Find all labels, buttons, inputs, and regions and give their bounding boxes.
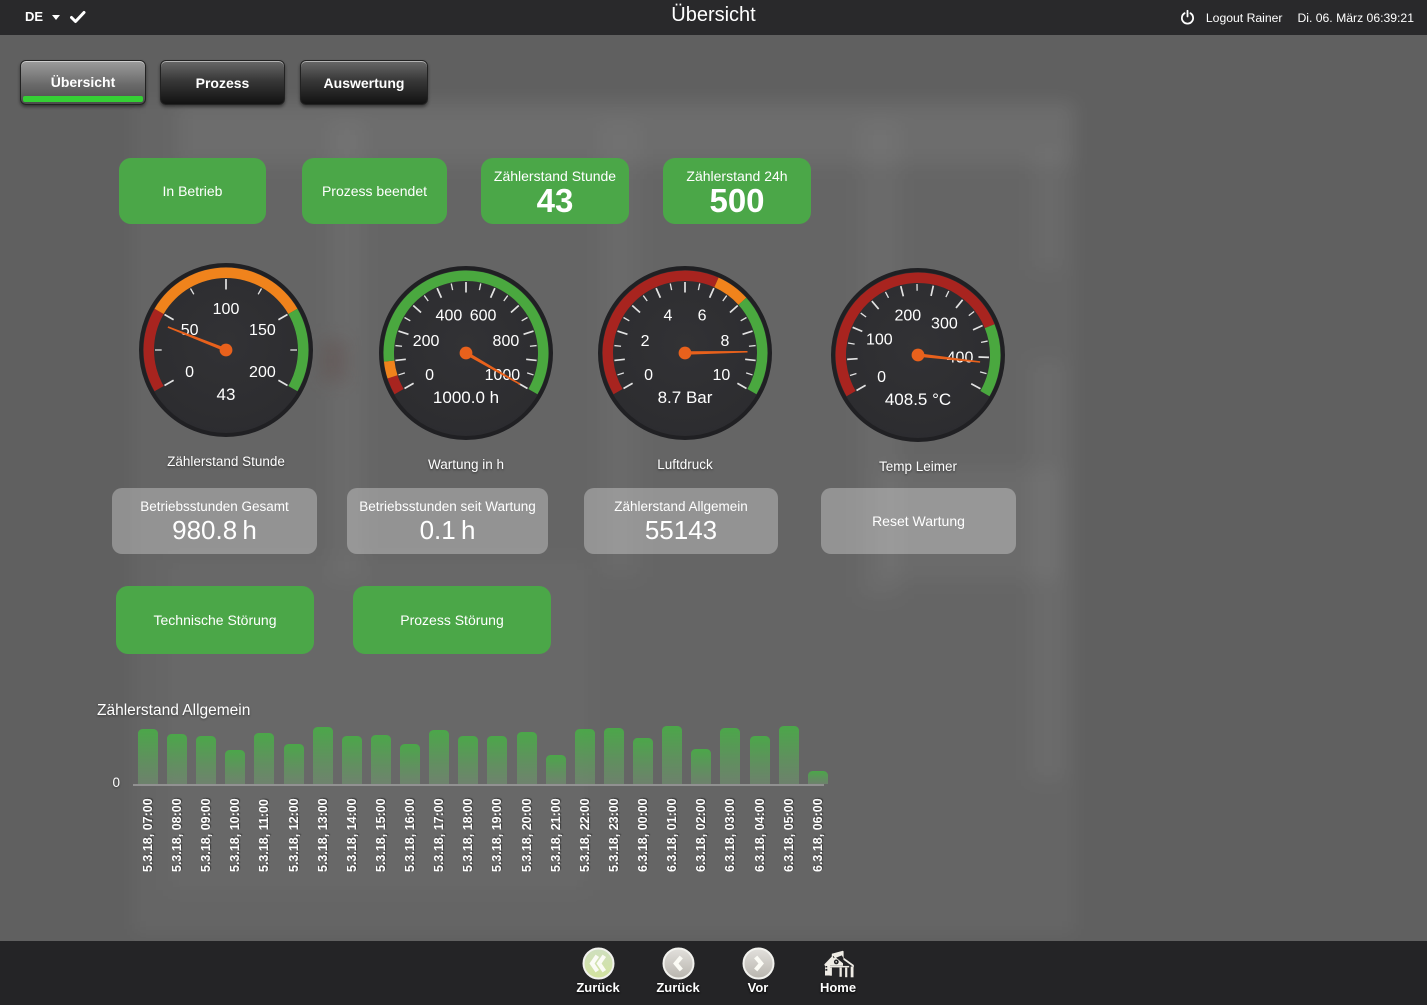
svg-text:4: 4 bbox=[663, 308, 672, 325]
svg-text:0: 0 bbox=[877, 369, 886, 386]
svg-text:200: 200 bbox=[413, 333, 440, 350]
svg-text:43: 43 bbox=[217, 385, 236, 404]
svg-text:800: 800 bbox=[493, 333, 520, 350]
svg-text:10: 10 bbox=[713, 367, 731, 384]
svg-text:100: 100 bbox=[866, 332, 893, 349]
svg-text:408.5 °C: 408.5 °C bbox=[885, 390, 951, 409]
svg-text:2: 2 bbox=[641, 333, 650, 350]
svg-text:600: 600 bbox=[470, 308, 497, 325]
svg-text:200: 200 bbox=[249, 364, 276, 381]
svg-text:150: 150 bbox=[249, 322, 276, 339]
svg-text:200: 200 bbox=[894, 307, 921, 324]
svg-text:0: 0 bbox=[425, 367, 434, 384]
svg-text:6: 6 bbox=[698, 308, 707, 325]
svg-text:400: 400 bbox=[436, 308, 463, 325]
svg-text:300: 300 bbox=[931, 315, 958, 332]
svg-text:1000.0 h: 1000.0 h bbox=[433, 388, 499, 407]
svg-text:8.7 Bar: 8.7 Bar bbox=[658, 388, 713, 407]
svg-text:8: 8 bbox=[720, 333, 729, 350]
svg-text:100: 100 bbox=[213, 301, 240, 318]
svg-text:0: 0 bbox=[185, 364, 194, 381]
svg-text:0: 0 bbox=[644, 367, 653, 384]
